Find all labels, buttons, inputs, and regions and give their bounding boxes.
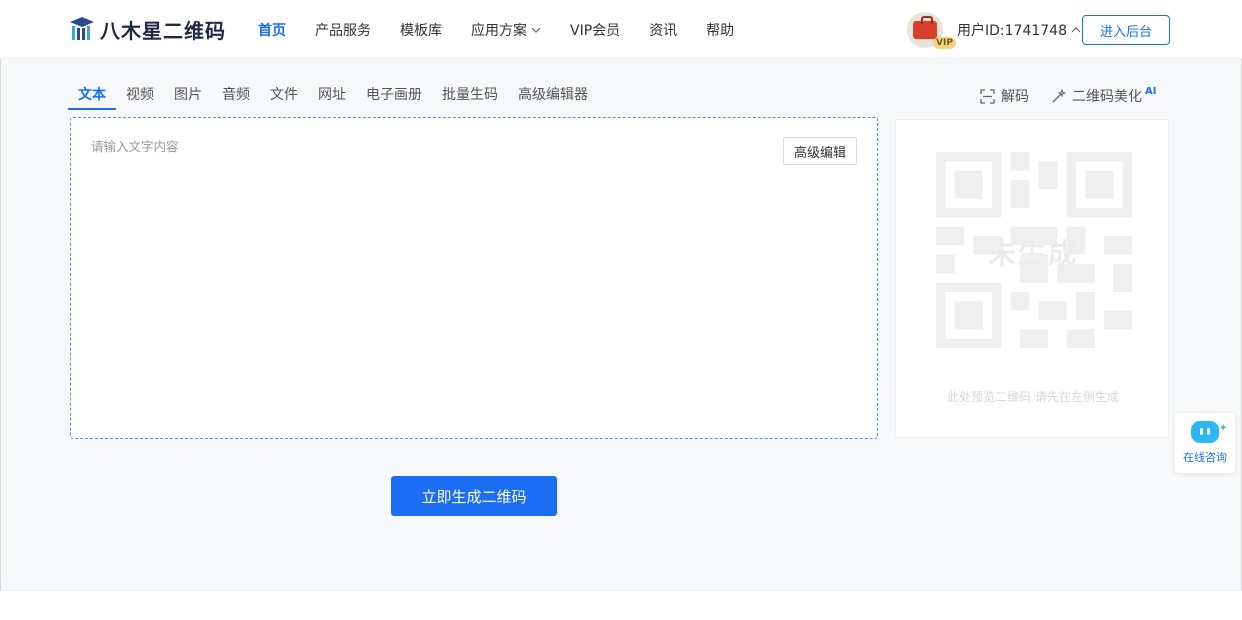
chatbot-icon: [1191, 421, 1219, 443]
nav-item-solutions[interactable]: 应用方案: [471, 20, 541, 40]
user-menu[interactable]: VIP 用户ID:1741748: [907, 11, 1081, 49]
qr-preview-panel: 未生成 此处预览二维码 请先在左侧生成: [895, 119, 1169, 438]
decode-label: 解码: [1001, 89, 1029, 105]
chevron-down-icon: [531, 27, 541, 33]
tools-bar: 解码 二维码美化 AI: [980, 86, 1178, 106]
content-type-tabs: 文本 视频 图片 音频 文件 网址 电子画册 批量生码 高级编辑器: [68, 84, 598, 110]
scan-icon: [980, 88, 995, 104]
tab-ebook[interactable]: 电子画册: [356, 84, 432, 110]
nav-item-solutions-label: 应用方案: [471, 22, 527, 39]
briefcase-icon: [913, 16, 937, 39]
tab-video[interactable]: 视频: [116, 84, 164, 110]
decode-button[interactable]: 解码: [980, 86, 1029, 106]
user-id: 用户ID:1741748: [957, 20, 1081, 40]
nav-item-templates[interactable]: 模板库: [400, 20, 442, 40]
tab-url[interactable]: 网址: [308, 84, 356, 110]
tab-audio[interactable]: 音频: [212, 84, 260, 110]
logo-text: 八木星二维码: [100, 18, 226, 43]
avatar: VIP: [907, 12, 956, 49]
nav-item-news[interactable]: 资讯: [649, 20, 677, 40]
tab-advanced-editor[interactable]: 高级编辑器: [508, 84, 598, 110]
magic-wand-icon: [1052, 88, 1066, 102]
beautify-label: 二维码美化: [1072, 89, 1142, 105]
enter-backend-button[interactable]: 进入后台: [1082, 15, 1170, 45]
sparkle-icon: ✦: [1219, 423, 1228, 434]
beautify-button[interactable]: 二维码美化 AI: [1051, 86, 1156, 106]
vip-badge: VIP: [933, 37, 956, 49]
consult-label: 在线咨询: [1183, 451, 1227, 464]
nav-item-help[interactable]: 帮助: [706, 20, 734, 40]
preview-hint: 此处预览二维码 请先在左侧生成: [947, 390, 1119, 404]
site-logo[interactable]: 八木星二维码: [68, 14, 226, 44]
logo-icon: [70, 17, 94, 40]
nav-item-home[interactable]: 首页: [258, 20, 286, 40]
qr-status-text: 未生成: [987, 237, 1078, 270]
online-consult-widget[interactable]: ✦ 在线咨询: [1175, 413, 1235, 473]
tab-batch[interactable]: 批量生码: [432, 84, 508, 110]
chevron-up-icon: [1071, 27, 1081, 33]
nav-item-vip[interactable]: VIP会员: [570, 20, 620, 40]
user-id-label: 用户ID:1741748: [957, 23, 1067, 39]
text-content-input[interactable]: [71, 118, 877, 438]
tab-image[interactable]: 图片: [164, 84, 212, 110]
main-nav: 首页 产品服务 模板库 应用方案 VIP会员 资讯 帮助: [258, 0, 763, 59]
ai-badge: AI: [1145, 85, 1157, 97]
tab-file[interactable]: 文件: [260, 84, 308, 110]
top-header: 八木星二维码 首页 产品服务 模板库 应用方案 VIP会员 资讯 帮助 VIP …: [0, 0, 1242, 59]
text-editor-panel: 高级编辑: [70, 117, 878, 439]
nav-item-products[interactable]: 产品服务: [315, 20, 371, 40]
advanced-edit-button[interactable]: 高级编辑: [783, 137, 857, 165]
footer-band: [0, 590, 1242, 620]
tab-text[interactable]: 文本: [68, 84, 116, 110]
generate-qr-button[interactable]: 立即生成二维码: [391, 476, 557, 516]
